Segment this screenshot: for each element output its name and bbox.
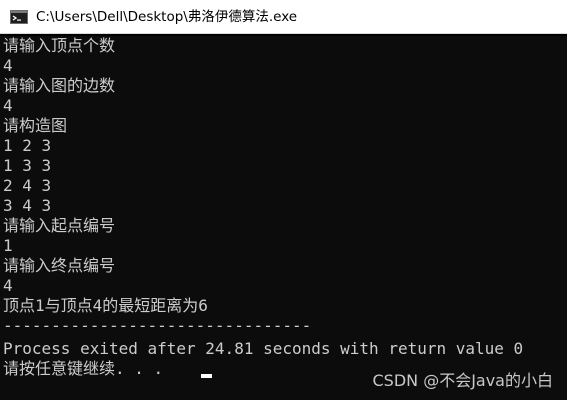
console-line: 1 3 3	[3, 156, 52, 175]
console-line: --------------------------------	[3, 316, 312, 335]
console-line: 请输入图的边数	[3, 76, 116, 95]
title-bar[interactable]: C:\Users\Dell\Desktop\弗洛伊德算法.exe	[0, 0, 567, 34]
watermark: CSDN @不会Java的小白	[372, 371, 553, 390]
console-line: Process exited after 24.81 seconds with …	[3, 339, 524, 358]
console-line: 1 2 3	[3, 136, 52, 155]
console-line: 请输入起点编号	[3, 216, 116, 235]
console-line: 请按任意键继续. . .	[3, 359, 164, 378]
console-line: 请输入顶点个数	[3, 36, 116, 55]
console-line: 顶点1与顶点4的最短距离为6	[3, 296, 208, 315]
console-line: 请构造图	[3, 116, 68, 135]
console-line: 2 4 3	[3, 176, 52, 195]
console-app-icon	[10, 9, 28, 24]
console-line: 4	[3, 276, 13, 295]
console-line: 请输入终点编号	[3, 256, 116, 275]
console-line: 3 4 3	[3, 196, 52, 215]
console-window: C:\Users\Dell\Desktop\弗洛伊德算法.exe 请输入顶点个数…	[0, 0, 567, 400]
text-cursor	[201, 374, 212, 378]
window-title: C:\Users\Dell\Desktop\弗洛伊德算法.exe	[36, 8, 298, 25]
console-output[interactable]: 请输入顶点个数 4 请输入图的边数 4 请构造图 1 2 3 1 3 3 2 4…	[0, 36, 567, 400]
console-line: 4	[3, 96, 13, 115]
console-line: 4	[3, 56, 13, 75]
console-line: 1	[3, 236, 13, 255]
